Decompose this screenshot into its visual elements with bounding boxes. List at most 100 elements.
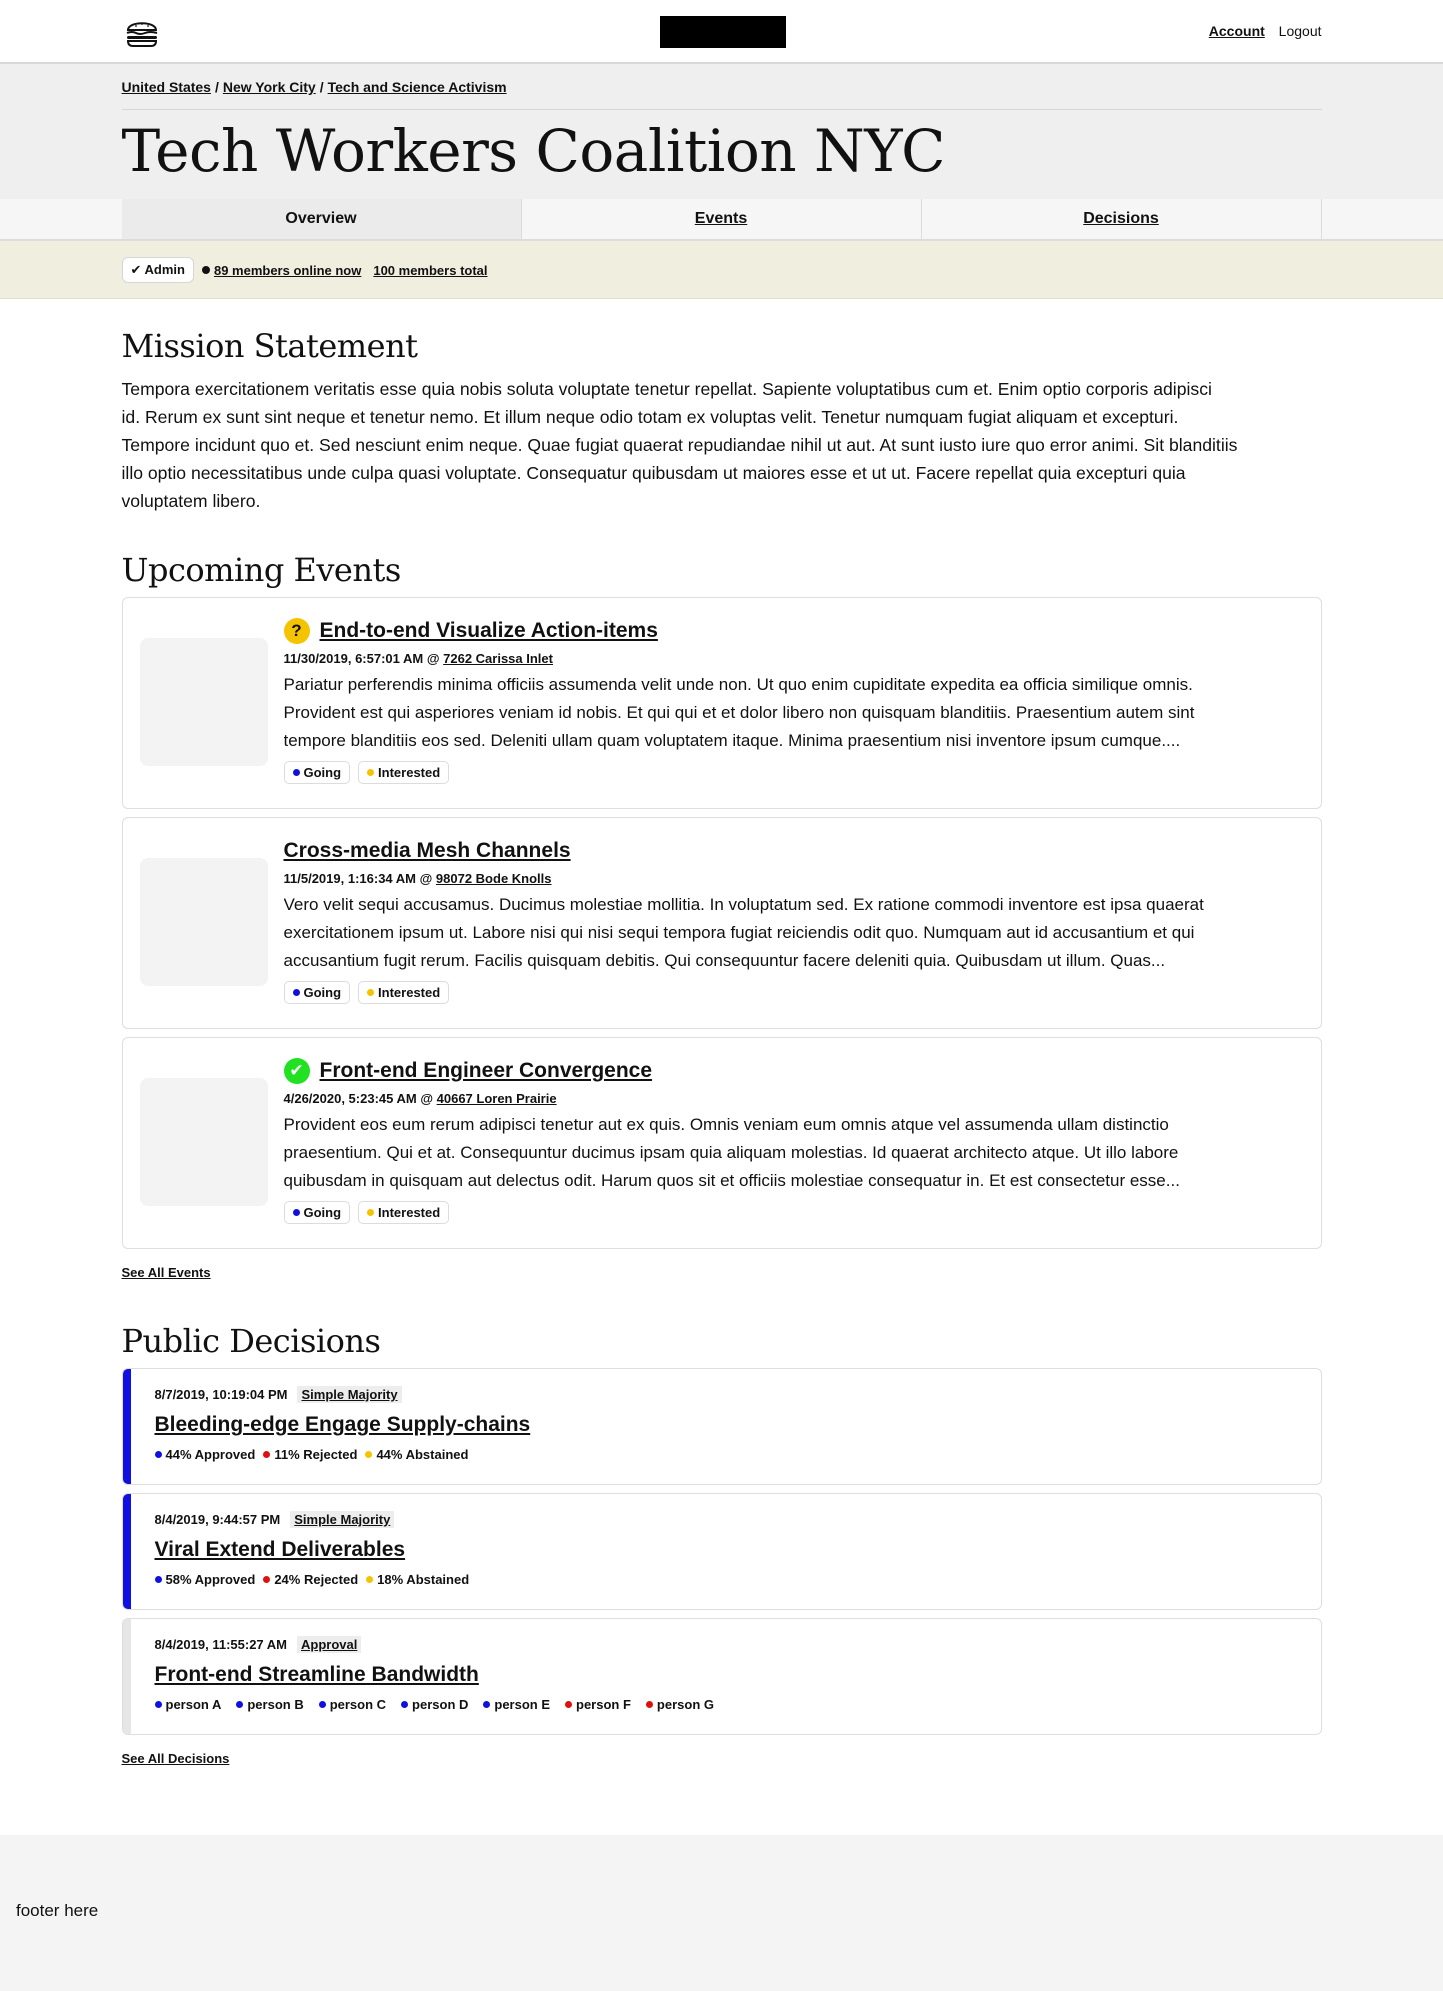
account-link[interactable]: Account	[1209, 23, 1265, 39]
voter-name: person F	[576, 1697, 631, 1712]
vote-dot-icon	[645, 1701, 653, 1708]
voter-name: person C	[329, 1697, 387, 1712]
see-all-events-link[interactable]: See All Events	[122, 1265, 211, 1280]
event-card: ✔ Front-end Engineer Convergence 4/26/20…	[121, 1037, 1322, 1249]
vote-type-badge[interactable]: Approval	[297, 1636, 362, 1653]
event-list: ? End-to-end Visualize Action-items 11/3…	[121, 597, 1322, 1249]
event-description-line: Provident eos eum rerum adipisci tenetur…	[283, 1115, 1169, 1134]
voter-name: person B	[247, 1697, 304, 1712]
interested-dot-icon	[367, 769, 375, 776]
membership-status-bar: ✔ Admin 89 members online now 100 member…	[0, 241, 1443, 299]
tab-events[interactable]: Events	[522, 199, 922, 239]
online-dot-icon	[201, 266, 210, 274]
event-datetime: 11/30/2019, 6:57:01 AM @	[283, 651, 444, 666]
event-title-link[interactable]: End-to-end Visualize Action-items	[320, 619, 658, 643]
stat-label: 44% Abstained	[376, 1447, 469, 1462]
event-card: Cross-media Mesh Channels 11/5/2019, 1:1…	[121, 817, 1322, 1029]
decision-title-link[interactable]: Viral Extend Deliverables	[155, 1538, 406, 1562]
voter-name: person E	[494, 1697, 551, 1712]
event-image-placeholder[interactable]	[139, 1078, 268, 1206]
event-datetime: 4/26/2020, 5:23:45 AM @	[283, 1091, 437, 1106]
vote-dot-icon	[401, 1701, 409, 1708]
vote-type-badge[interactable]: Simple Majority	[290, 1511, 395, 1528]
stat-label: 18% Abstained	[377, 1572, 470, 1587]
event-description: Pariatur perferendis minima officiis ass…	[284, 671, 1307, 755]
event-datetime: 11/5/2019, 1:16:34 AM @	[283, 871, 436, 886]
logout-link[interactable]: Logout	[1279, 23, 1322, 39]
vote-type-badge[interactable]: Simple Majority	[297, 1386, 402, 1403]
decision-status-bar	[122, 1619, 131, 1734]
decision-datetime: 8/4/2019, 11:55:27 AM	[154, 1637, 288, 1652]
event-description: Provident eos eum rerum adipisci tenetur…	[284, 1111, 1307, 1195]
voter-item: person E	[483, 1697, 550, 1712]
event-meta: 11/30/2019, 6:57:01 AM @ 7262 Carissa In…	[284, 651, 1307, 666]
mission-line: voluptatem libero.	[121, 491, 261, 511]
going-button[interactable]: Going	[283, 981, 351, 1004]
mission-line: illo optio necessitatibus unde culpa qua…	[121, 463, 1186, 483]
interested-dot-icon	[367, 989, 375, 996]
event-description-line: quibusdam in quisquam aut delectus odit.…	[283, 1171, 1180, 1190]
event-image-placeholder[interactable]	[139, 638, 268, 766]
approved-stat: 58% Approved	[154, 1572, 255, 1587]
footer-text: footer here	[16, 1901, 99, 1920]
abstained-dot-icon	[365, 1451, 373, 1458]
event-title-link[interactable]: Cross-media Mesh Channels	[284, 839, 571, 863]
vote-dot-icon	[318, 1701, 326, 1708]
going-label: Going	[303, 985, 342, 1000]
decision-results: 58% Approved 24% Rejected 18% Abstained	[154, 1572, 1305, 1587]
event-description-line: exercitationem ipsum ut. Labore nisi qui…	[283, 923, 1195, 942]
event-description-line: praesentium. Qui et at. Consequuntur duc…	[283, 1143, 1179, 1162]
going-button[interactable]: Going	[283, 1201, 351, 1224]
stat-label: 11% Rejected	[274, 1447, 358, 1462]
event-location-link[interactable]: 98072 Bode Knolls	[436, 871, 552, 886]
decision-card: 8/7/2019, 10:19:04 PM Simple Majority Bl…	[121, 1368, 1322, 1485]
event-image-placeholder[interactable]	[139, 858, 268, 986]
going-label: Going	[303, 1205, 342, 1220]
approved-stat: 44% Approved	[154, 1447, 255, 1462]
going-label: Going	[303, 765, 342, 780]
main-content: Mission Statement Tempora exercitationem…	[121, 327, 1322, 1768]
rejected-dot-icon	[263, 1576, 271, 1583]
interested-label: Interested	[378, 985, 441, 1000]
decision-title-link[interactable]: Front-end Streamline Bandwidth	[155, 1663, 479, 1687]
voter-item: person F	[565, 1697, 631, 1712]
voter-item: person B	[236, 1697, 304, 1712]
stat-label: 24% Rejected	[274, 1572, 359, 1587]
see-all-decisions-link[interactable]: See All Decisions	[122, 1751, 230, 1766]
tab-bar: Overview Events Decisions	[0, 199, 1443, 241]
breadcrumb-country[interactable]: United States	[122, 79, 211, 95]
rejected-stat: 11% Rejected	[263, 1447, 357, 1462]
members-total-link[interactable]: 100 members total	[373, 263, 487, 278]
voter-item: person G	[645, 1697, 714, 1712]
group-header: United States / New York City / Tech and Sci…	[0, 64, 1443, 199]
rejected-dot-icon	[263, 1451, 271, 1458]
event-location-link[interactable]: 7262 Carissa Inlet	[443, 651, 553, 666]
event-title-link[interactable]: Front-end Engineer Convergence	[320, 1059, 653, 1083]
mission-line: Tempore incidunt quo et. Sed nesciunt en…	[121, 435, 1238, 455]
decision-title-link[interactable]: Bleeding-edge Engage Supply-chains	[155, 1413, 531, 1437]
going-button[interactable]: Going	[283, 761, 351, 784]
decision-list: 8/7/2019, 10:19:04 PM Simple Majority Bl…	[121, 1368, 1322, 1735]
admin-badge: ✔ Admin	[121, 257, 194, 283]
voter-item: person C	[318, 1697, 387, 1712]
brand-logo-block[interactable]	[659, 16, 786, 48]
decision-datetime: 8/7/2019, 10:19:04 PM	[154, 1387, 288, 1402]
decision-card: 8/4/2019, 9:44:57 PM Simple Majority Vir…	[121, 1493, 1322, 1610]
tab-decisions[interactable]: Decisions	[922, 199, 1322, 239]
burger-logo-icon[interactable]	[124, 16, 160, 48]
breadcrumb-category[interactable]: Tech and Science Activism	[328, 79, 507, 95]
tab-overview[interactable]: Overview	[121, 199, 522, 239]
going-dot-icon	[292, 769, 300, 776]
members-online-link[interactable]: 89 members online now	[214, 263, 361, 278]
events-heading: Upcoming Events	[121, 551, 402, 589]
interested-button[interactable]: Interested	[358, 981, 450, 1004]
decision-voters: person A person B person C person D pers…	[154, 1697, 1305, 1712]
event-description-line: Provident est qui asperiores veniam id n…	[283, 703, 1195, 722]
going-dot-icon	[292, 989, 300, 996]
breadcrumb-city[interactable]: New York City	[223, 79, 316, 95]
event-location-link[interactable]: 40667 Loren Prairie	[437, 1091, 557, 1106]
abstained-stat: 44% Abstained	[365, 1447, 468, 1462]
interested-button[interactable]: Interested	[358, 1201, 450, 1224]
interested-button[interactable]: Interested	[358, 761, 450, 784]
interested-label: Interested	[378, 1205, 441, 1220]
